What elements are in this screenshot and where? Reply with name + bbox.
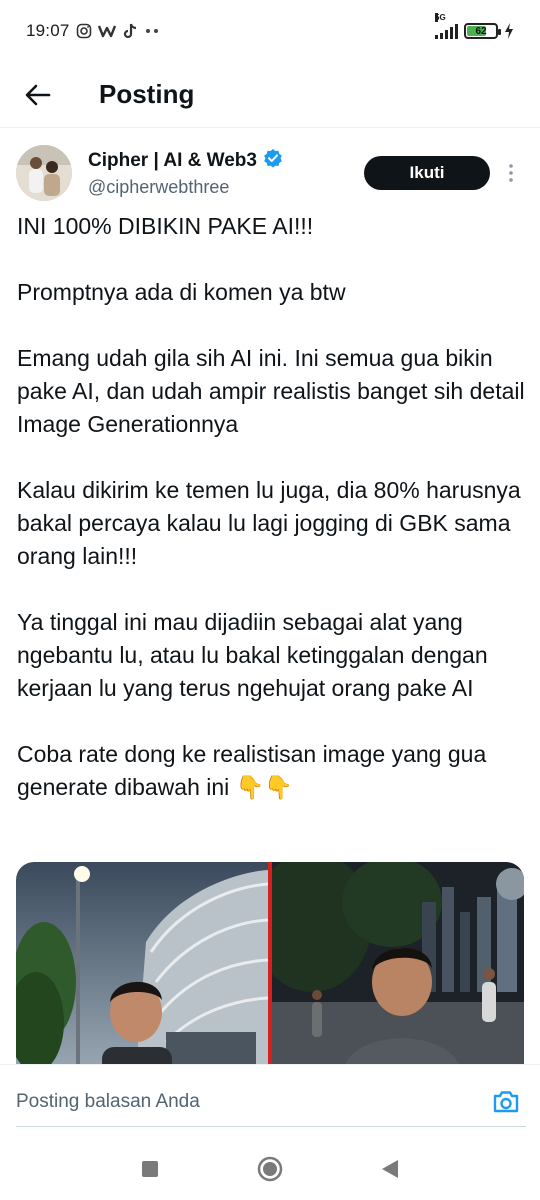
status-left: 19:07 — [26, 21, 160, 41]
post-paragraph: Coba rate dong ke realistisan image yang… — [17, 741, 487, 800]
tiktok-icon — [122, 23, 138, 39]
post-paragraph: INI 100% DIBIKIN PAKE AI!!! — [17, 213, 314, 239]
avatar[interactable] — [16, 145, 72, 201]
circle-icon — [257, 1156, 283, 1182]
author-names: Cipher | AI & Web3 @cipherwebthree — [88, 148, 364, 198]
back-nav-button[interactable] — [330, 1138, 450, 1200]
home-button[interactable] — [210, 1138, 330, 1200]
network-type: 5G — [435, 13, 446, 22]
post-paragraph: Ya tinggal ini mau dijadiin sebagai alat… — [17, 609, 488, 701]
more-options-button[interactable] — [496, 156, 526, 190]
media-image-2[interactable] — [272, 862, 524, 1072]
system-nav-bar — [0, 1138, 540, 1200]
display-name[interactable]: Cipher | AI & Web3 — [88, 150, 257, 172]
recents-button[interactable] — [90, 1138, 210, 1200]
reply-input[interactable]: Posting balasan Anda — [16, 1091, 488, 1113]
instagram-icon — [76, 23, 92, 39]
camera-icon — [493, 1090, 519, 1112]
wattpad-icon — [97, 24, 116, 38]
status-bar: 19:07 5G 62 — [0, 0, 540, 62]
more-notifications-icon — [144, 28, 160, 34]
square-icon — [142, 1161, 158, 1177]
more-vertical-icon — [509, 164, 513, 182]
post-text: INI 100% DIBIKIN PAKE AI!!! Promptnya ad… — [17, 210, 527, 804]
post-media — [16, 862, 524, 1072]
charging-icon — [504, 23, 514, 39]
post-author: Cipher | AI & Web3 @cipherwebthree Ikuti — [16, 144, 526, 202]
arrow-left-icon — [25, 84, 51, 105]
author-handle[interactable]: @cipherwebthree — [88, 177, 364, 198]
media-image-1[interactable] — [16, 862, 268, 1072]
top-header: Posting — [0, 62, 540, 128]
back-button[interactable] — [0, 67, 76, 123]
post-paragraph: Emang udah gila sih AI ini. Ini semua gu… — [17, 345, 525, 437]
follow-button[interactable]: Ikuti — [364, 156, 490, 190]
signal-icon: 5G — [435, 13, 458, 39]
reply-underline — [16, 1126, 526, 1127]
battery-percent: 62 — [475, 25, 487, 37]
camera-button[interactable] — [488, 1084, 524, 1120]
page-title: Posting — [99, 79, 195, 109]
status-right: 5G 62 — [435, 13, 514, 39]
triangle-back-icon — [382, 1160, 398, 1178]
display-name-row: Cipher | AI & Web3 — [88, 148, 364, 173]
battery-icon: 62 — [464, 23, 501, 39]
verified-badge-icon — [263, 148, 283, 173]
status-time: 19:07 — [26, 21, 70, 40]
post-paragraph: Kalau dikirim ke temen lu juga, dia 80% … — [17, 477, 521, 569]
post-paragraph: Promptnya ada di komen ya btw — [17, 279, 346, 305]
